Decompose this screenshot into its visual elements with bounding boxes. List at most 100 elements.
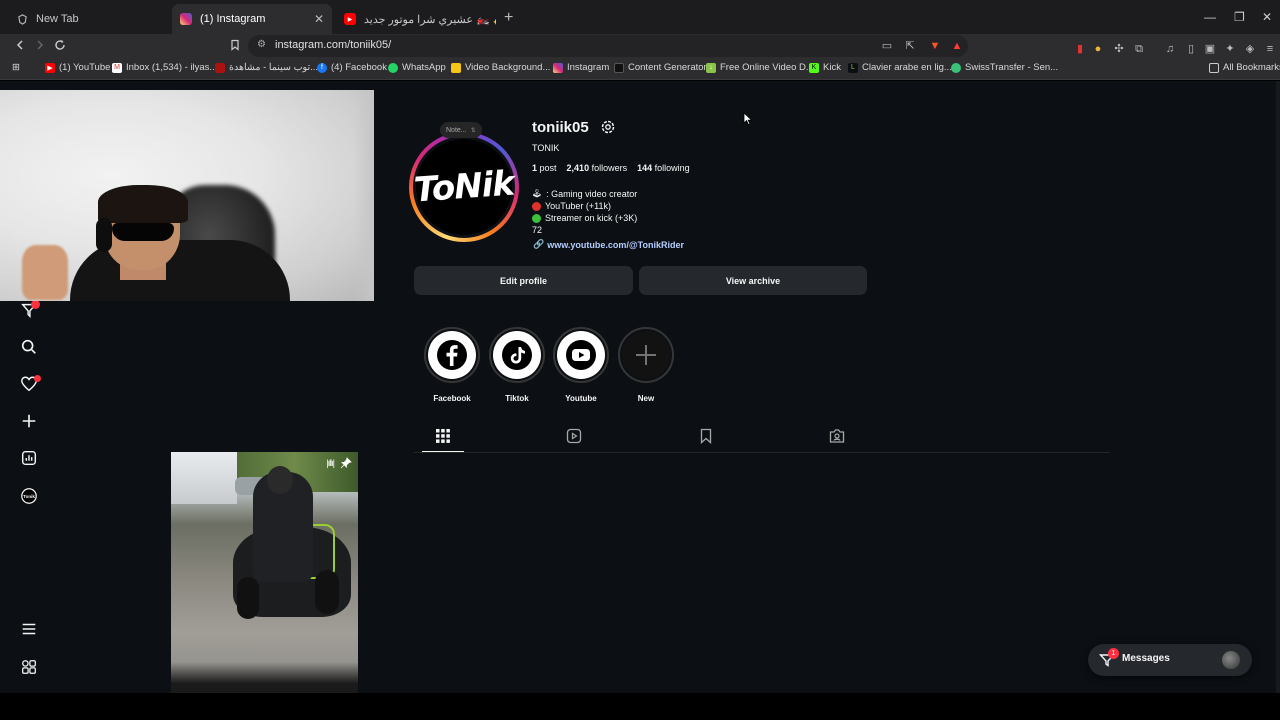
view-archive-button[interactable]: View archive xyxy=(639,266,867,295)
highlight-circle xyxy=(553,327,609,383)
bio-line: 🕹 : Gaming video creator xyxy=(532,188,637,200)
all-bookmarks[interactable]: All Bookmarks xyxy=(1209,62,1280,73)
profile-avatar-icon[interactable]: Tonik xyxy=(19,486,39,506)
more-menu-icon[interactable] xyxy=(19,619,39,639)
bio-text: : Gaming video creator xyxy=(546,189,638,199)
highlight-youtube[interactable]: Youtube xyxy=(553,327,609,403)
tiktok-icon xyxy=(493,331,541,379)
tab-reels-icon[interactable] xyxy=(566,428,582,444)
tab-saved-icon[interactable] xyxy=(698,428,714,444)
bookmark-page-icon[interactable] xyxy=(229,38,241,54)
notifications-heart-icon[interactable] xyxy=(19,374,41,394)
bookmark-content-generator[interactable]: Content Generator xyxy=(614,62,707,73)
bookmark-gmail[interactable]: M Inbox (1,534) - ilyas... xyxy=(112,62,217,73)
followers-count: 2,410 xyxy=(566,163,590,173)
post-thumbnail[interactable]: |ıllı| xyxy=(171,452,358,693)
page-scrollbar[interactable] xyxy=(1276,81,1280,693)
brave-shields-icon[interactable]: ▼ xyxy=(929,40,941,52)
bookmark-label: Instagram xyxy=(567,62,610,73)
also-from-meta-icon[interactable] xyxy=(19,657,39,677)
tab-instagram[interactable]: (1) Instagram ✕ xyxy=(172,4,332,34)
apps-grid-icon[interactable]: ⊞ xyxy=(12,62,20,73)
audio-waveform-icon: |ıllı| xyxy=(326,458,335,468)
tab-youtube-video[interactable]: ▶ عشيري شرا موتور جديد 🏍️ ✨ - YouTube xyxy=(336,6,496,32)
tab-new-tab[interactable]: New Tab xyxy=(8,6,176,32)
tab-title: New Tab xyxy=(36,13,79,25)
cast-icon[interactable]: ▭ xyxy=(881,40,893,52)
highlight-tiktok[interactable]: Tiktok xyxy=(489,327,545,403)
bookmark-youtube[interactable]: ▶ (1) YouTube xyxy=(45,62,110,73)
facebook-icon: f xyxy=(317,62,327,73)
close-tab-icon[interactable]: ✕ xyxy=(314,12,324,26)
forward-icon[interactable] xyxy=(34,38,46,54)
bookmark-clavier-arabe[interactable]: L Clavier arabe en lig... xyxy=(848,62,952,73)
profile-stats: 1 post 2,410 followers 144 following xyxy=(532,163,690,173)
profile-avatar[interactable]: ToNik xyxy=(413,136,515,238)
reload-icon[interactable] xyxy=(54,38,66,54)
dashboard-insights-icon[interactable] xyxy=(19,448,39,468)
menu-icon[interactable]: ≡ xyxy=(1264,43,1276,55)
notification-badge xyxy=(31,300,40,309)
tab-posts-grid-icon[interactable] xyxy=(435,428,451,444)
extensions-puzzle-icon[interactable]: ✣ xyxy=(1113,43,1125,55)
clavier-icon: L xyxy=(848,62,858,73)
bookmark-free-online-video[interactable]: ↓ Free Online Video D... xyxy=(706,62,814,73)
settings-gear-icon[interactable] xyxy=(600,119,616,135)
notification-dot xyxy=(34,375,41,382)
youtube-favicon-icon: ▶ xyxy=(344,13,356,25)
bookmark-label: SwissTransfer - Sen... xyxy=(965,62,1059,73)
sidebar-toggle-icon[interactable]: ▯ xyxy=(1185,43,1197,55)
folder-icon xyxy=(1209,62,1219,73)
vpn-icon[interactable]: ◈ xyxy=(1244,43,1256,55)
media-music-icon[interactable]: ♫ xyxy=(1164,43,1176,55)
site-info-icon[interactable]: ⚙ xyxy=(257,39,266,50)
profile-full-name: TONIK xyxy=(532,143,560,153)
post-rider-head xyxy=(267,466,293,494)
restore-icon[interactable]: ❐ xyxy=(1234,10,1245,24)
new-tab-plus-icon[interactable]: + xyxy=(504,9,513,27)
search-icon[interactable] xyxy=(19,337,39,357)
screenshot-icon[interactable]: ⧉ xyxy=(1133,43,1145,55)
posts-label: post xyxy=(539,163,557,173)
extension-colorful-icon[interactable]: ● xyxy=(1092,43,1104,55)
bookmark-kick[interactable]: K Kick xyxy=(809,62,841,73)
note-bubble[interactable]: Note... ⇅ xyxy=(440,122,482,138)
kick-icon: K xyxy=(809,62,819,73)
bookmark-topcinema[interactable]: توب سينما - مشاهدة... xyxy=(215,62,318,73)
plus-icon xyxy=(622,331,670,379)
note-placeholder: Note... xyxy=(446,126,467,134)
leo-ai-icon[interactable]: ✦ xyxy=(1224,43,1236,55)
tab-tagged-icon[interactable] xyxy=(829,428,845,444)
bookmark-label: (4) Facebook xyxy=(331,62,387,73)
profile-external-link[interactable]: 🔗 www.youtube.com/@TonikRider xyxy=(533,239,684,250)
highlight-circle xyxy=(489,327,545,383)
svg-text:Tonik: Tonik xyxy=(23,494,35,499)
brave-rewards-icon[interactable]: ▲ xyxy=(951,40,963,52)
create-plus-icon[interactable] xyxy=(19,411,39,431)
bookmark-swisstransfer[interactable]: SwissTransfer - Sen... xyxy=(951,62,1058,73)
explore-reels-icon[interactable] xyxy=(19,300,40,320)
pinned-icon xyxy=(340,457,352,469)
red-circle-icon xyxy=(532,201,541,211)
back-icon[interactable] xyxy=(14,38,26,54)
following-stat[interactable]: 144 following xyxy=(637,163,690,173)
bio-text: YouTuber (+11k) xyxy=(545,201,611,211)
bookmark-label: All Bookmarks xyxy=(1223,62,1280,73)
address-bar[interactable]: ⚙ instagram.com/toniik05/ ▭ ⇱ ▼ ▲ xyxy=(248,35,968,57)
edit-profile-button[interactable]: Edit profile xyxy=(414,266,633,295)
bookmark-video-background[interactable]: Video Background... xyxy=(451,62,550,73)
extension-red-icon[interactable]: ▮ xyxy=(1074,43,1086,55)
highlight-facebook[interactable]: Facebook xyxy=(424,327,480,403)
bookmark-facebook[interactable]: f (4) Facebook xyxy=(317,62,387,73)
window-close-icon[interactable]: ✕ xyxy=(1262,10,1272,24)
messages-button[interactable]: 1 Messages xyxy=(1088,644,1252,676)
bookmark-instagram[interactable]: Instagram xyxy=(553,62,609,73)
followers-stat[interactable]: 2,410 followers xyxy=(567,163,628,173)
browser-tab-bar: New Tab (1) Instagram ✕ ▶ عشيري شرا موتو… xyxy=(0,0,1280,36)
share-icon[interactable]: ⇱ xyxy=(904,40,916,52)
bookmark-whatsapp[interactable]: WhatsApp xyxy=(388,62,446,73)
wallet-icon[interactable]: ▣ xyxy=(1204,43,1216,55)
minimize-icon[interactable]: — xyxy=(1204,10,1216,24)
highlight-new[interactable]: New xyxy=(618,327,674,403)
tab-title: (1) Instagram xyxy=(200,13,266,25)
